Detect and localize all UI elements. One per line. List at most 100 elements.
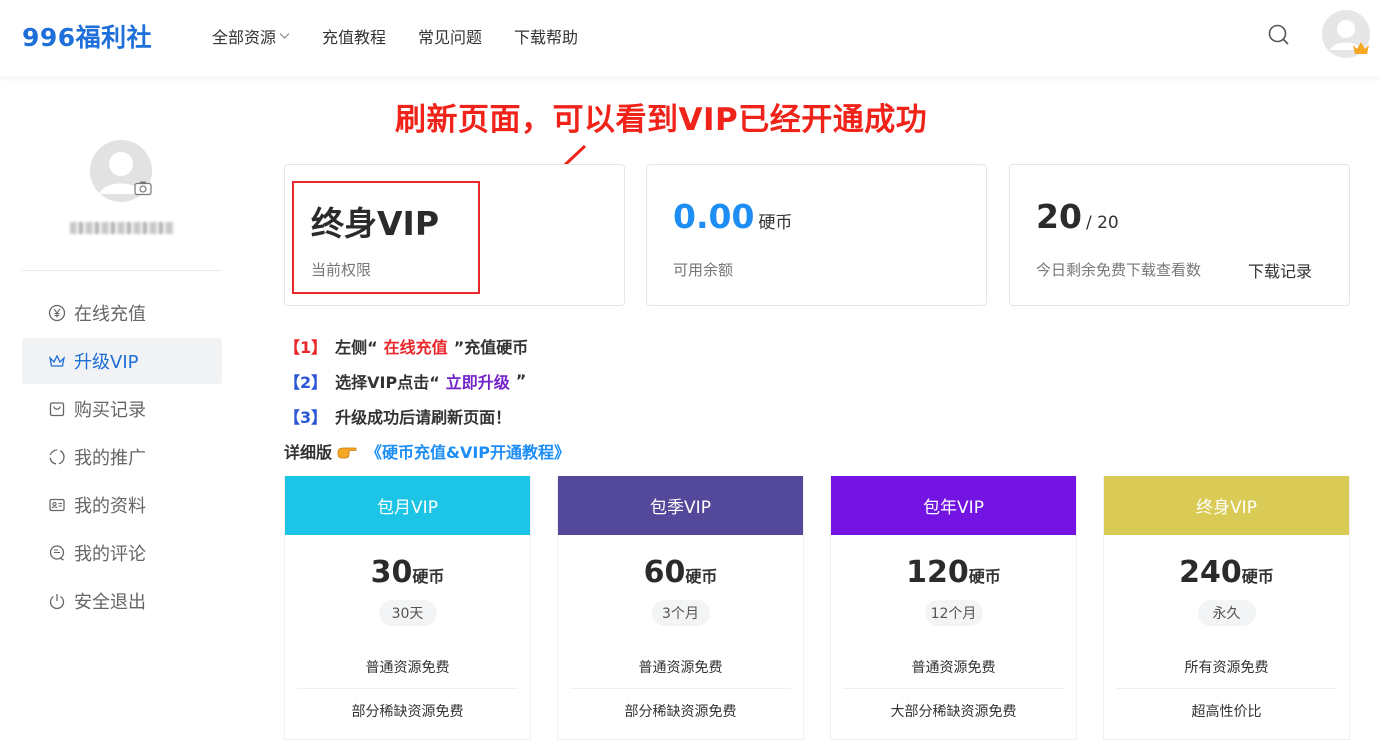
sidebar-item-label: 购买记录 xyxy=(74,400,146,421)
annotation-text: 刷新页面，可以看到VIP已经开通成功 xyxy=(395,102,928,138)
step-number: 【1】 xyxy=(284,337,328,357)
nav-label: 常见问题 xyxy=(418,28,483,47)
plan-period-badge: 30天 xyxy=(378,600,437,626)
detail-prefix: 详细版 xyxy=(284,442,333,462)
loading-circle-icon xyxy=(48,448,66,466)
bag-icon xyxy=(48,400,66,418)
downloads-remaining: 20 xyxy=(1036,197,1082,236)
plan-card-monthly: 包月VIP 30硬币 30天 普通资源免费 部分稀缺资源免费 xyxy=(284,476,531,740)
sidebar-item-label: 我的资料 xyxy=(74,496,146,517)
balance-value-row: 0.00 硬币 xyxy=(673,197,792,236)
balance-unit: 硬币 xyxy=(758,213,793,233)
step-text: 选择VIP点击“ xyxy=(335,372,440,392)
plan-feature: 普通资源免费 xyxy=(570,646,791,689)
sidebar-item-my-promotion[interactable]: 我的推广 xyxy=(22,434,222,480)
sidebar-item-label: 在线充值 xyxy=(74,304,146,325)
plan-price-unit: 硬币 xyxy=(412,567,445,586)
instruction-step: 【1】 左侧“ 在线充值 ”充值硬币 xyxy=(284,328,570,363)
sidebar-item-label: 我的评论 xyxy=(74,544,146,565)
download-history-link[interactable]: 下载记录 xyxy=(1248,258,1312,282)
comment-icon xyxy=(48,544,66,562)
plan-card-lifetime: 终身VIP 240硬币 永久 所有资源免费 超高性价比 xyxy=(1103,476,1350,740)
sidebar-divider xyxy=(22,270,222,271)
nav-item-all-resources[interactable]: 全部资源 xyxy=(212,24,290,48)
sidebar-item-upgrade-vip[interactable]: 升级VIP xyxy=(22,338,222,384)
plan-price-value: 120 xyxy=(906,555,969,590)
plan-feature: 超高性价比 xyxy=(1191,703,1262,720)
nav-item-recharge-tutorial[interactable]: 充值教程 xyxy=(322,24,386,48)
step-text: 左侧“ xyxy=(335,337,378,357)
plan-period-badge: 永久 xyxy=(1197,600,1256,626)
plan-price-value: 240 xyxy=(1179,555,1242,590)
sidebar-item-my-comments[interactable]: 我的评论 xyxy=(22,530,222,576)
instruction-step: 【3】 升级成功后请刷新页面！ xyxy=(284,398,570,433)
main-nav: 全部资源 充值教程 常见问题 下载帮助 xyxy=(212,24,610,48)
sidebar-item-logout[interactable]: 安全退出 xyxy=(22,578,222,624)
upgrade-instructions: 【1】 左侧“ 在线充值 ”充值硬币 【2】 选择VIP点击“ 立即升级 ” 【… xyxy=(284,328,570,468)
sidebar-item-online-recharge[interactable]: 在线充值 xyxy=(22,290,222,336)
step-text: 升级成功后请刷新页面！ xyxy=(335,407,512,427)
plan-price: 240硬币 xyxy=(1104,555,1349,590)
balance-value: 0.00 xyxy=(673,197,755,236)
sidebar-item-purchase-history[interactable]: 购买记录 xyxy=(22,386,222,432)
plan-title[interactable]: 包季VIP xyxy=(558,476,803,535)
plan-price: 30硬币 xyxy=(285,555,530,590)
plan-feature: 部分稀缺资源免费 xyxy=(351,703,464,720)
step-highlight: 立即升级 xyxy=(445,372,510,392)
vip-crown-icon xyxy=(1352,40,1370,56)
camera-icon[interactable] xyxy=(134,180,152,196)
plan-card-yearly: 包年VIP 120硬币 12个月 普通资源免费 大部分稀缺资源免费 xyxy=(830,476,1077,740)
chevron-down-icon xyxy=(279,30,290,43)
sidebar-menu: 在线充值 升级VIP 购买记录 我的推广 我的资料 我的评论 安全退出 xyxy=(22,290,222,626)
step-text: ”充值硬币 xyxy=(453,337,529,357)
site-logo[interactable]: 996福利社 xyxy=(22,18,152,54)
nav-item-faq[interactable]: 常见问题 xyxy=(418,24,482,48)
plan-price-value: 30 xyxy=(370,555,413,590)
plan-title[interactable]: 包年VIP xyxy=(831,476,1076,535)
step-number: 【3】 xyxy=(284,407,328,427)
plan-price-unit: 硬币 xyxy=(1241,567,1274,586)
plan-price-unit: 硬币 xyxy=(968,567,1001,586)
plan-feature: 普通资源免费 xyxy=(843,646,1064,689)
sidebar-item-label: 安全退出 xyxy=(74,592,146,613)
plan-period-badge: 3个月 xyxy=(651,600,710,626)
downloads-card: 20/ 20 今日剩余免费下载查看数 下载记录 xyxy=(1009,164,1350,306)
top-header: 996福利社 全部资源 充值教程 常见问题 下载帮助 xyxy=(0,0,1380,76)
plan-price: 120硬币 xyxy=(831,555,1076,590)
instruction-step: 【2】 选择VIP点击“ 立即升级 ” xyxy=(284,363,570,398)
power-icon xyxy=(48,592,66,610)
plan-title[interactable]: 包月VIP xyxy=(285,476,530,535)
plan-card-quarterly: 包季VIP 60硬币 3个月 普通资源免费 部分稀缺资源免费 xyxy=(557,476,804,740)
nav-label: 下载帮助 xyxy=(514,28,579,47)
plan-period-badge: 12个月 xyxy=(924,600,983,626)
sidebar-item-my-profile[interactable]: 我的资料 xyxy=(22,482,222,528)
nav-label: 充值教程 xyxy=(322,28,387,47)
plan-price: 60硬币 xyxy=(558,555,803,590)
plan-feature: 普通资源免费 xyxy=(297,646,518,689)
crown-icon xyxy=(48,352,66,370)
step-highlight: 在线充值 xyxy=(383,337,448,357)
plan-title[interactable]: 终身VIP xyxy=(1104,476,1349,535)
plan-price-value: 60 xyxy=(643,555,686,590)
step-text: ” xyxy=(515,371,527,390)
username-blurred xyxy=(70,222,174,234)
yen-circle-icon xyxy=(48,304,66,322)
sidebar-item-label: 我的推广 xyxy=(74,448,146,469)
plan-feature: 大部分稀缺资源免费 xyxy=(890,703,1017,720)
search-icon[interactable] xyxy=(1266,22,1292,48)
step-number: 【2】 xyxy=(284,372,328,392)
plan-feature: 所有资源免费 xyxy=(1116,646,1337,689)
detail-tutorial-row: 详细版 《硬币充值&VIP开通教程》 xyxy=(284,433,570,468)
balance-label: 可用余额 xyxy=(673,261,734,279)
plan-feature: 部分稀缺资源免费 xyxy=(624,703,737,720)
id-card-icon xyxy=(48,496,66,514)
plan-price-unit: 硬币 xyxy=(685,567,718,586)
nav-item-download-help[interactable]: 下载帮助 xyxy=(514,24,578,48)
annotation-highlight-box xyxy=(292,181,480,294)
nav-label: 全部资源 xyxy=(212,28,277,47)
downloads-total: / 20 xyxy=(1085,213,1119,233)
downloads-label: 今日剩余免费下载查看数 xyxy=(1036,261,1202,279)
balance-card: 0.00 硬币 可用余额 xyxy=(646,164,987,306)
tutorial-link[interactable]: 《硬币充值&VIP开通教程》 xyxy=(366,439,570,463)
sidebar-item-label: 升级VIP xyxy=(74,352,139,373)
